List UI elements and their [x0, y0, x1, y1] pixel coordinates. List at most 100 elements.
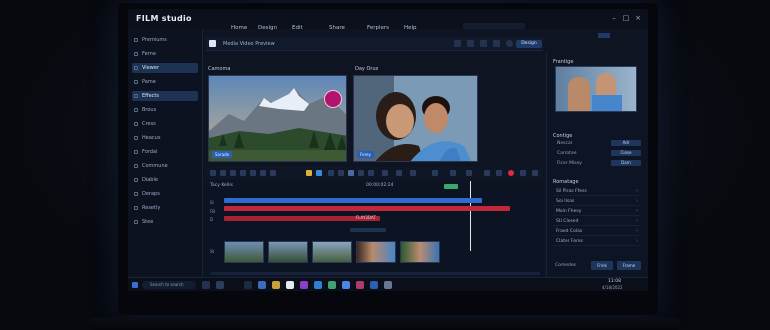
section-contige: Contige [553, 133, 573, 139]
timeline-scrollbar[interactable] [210, 272, 540, 275]
cut-icon[interactable] [480, 40, 487, 47]
sidebar-item-label: Fordal [142, 149, 158, 155]
row-button[interactable]: Darn [611, 160, 641, 166]
snapshot-icon[interactable] [432, 170, 438, 176]
sidebar-item-label: Deraps [142, 191, 160, 197]
green-app-icon[interactable] [328, 281, 336, 289]
notes-icon[interactable] [286, 281, 294, 289]
start-icon[interactable] [132, 282, 138, 288]
menu-help[interactable]: Help [404, 25, 417, 31]
panel-preview-thumbnail[interactable] [555, 66, 637, 112]
play-icon[interactable] [348, 170, 354, 176]
files-icon[interactable] [258, 281, 266, 289]
list-item[interactable]: Fraed Colas › [553, 227, 641, 236]
track-label: D [210, 217, 214, 222]
sidebar-item[interactable]: Diable [132, 175, 198, 185]
task-view-icon[interactable] [202, 281, 210, 289]
playhead[interactable] [470, 181, 471, 251]
title-clip[interactable] [350, 228, 386, 232]
text-icon[interactable] [260, 170, 266, 176]
volume-icon[interactable] [396, 170, 402, 176]
skip-back-icon[interactable] [328, 170, 334, 176]
clip-thumbnail-mountain[interactable] [268, 241, 308, 263]
sidebar-item[interactable]: Heacus [132, 133, 198, 143]
mail-icon[interactable] [314, 281, 322, 289]
frink-button[interactable]: Frink [591, 261, 613, 270]
list-item[interactable]: Clater Fores › [553, 237, 641, 246]
mic-icon[interactable] [520, 170, 526, 176]
green-marker[interactable] [444, 184, 458, 189]
design-pill-button[interactable]: Design [516, 40, 542, 48]
sidebar-item[interactable]: Effects [132, 91, 198, 101]
right-preview-couple[interactable]: Forey [353, 75, 478, 162]
sidebar-item[interactable]: Viewer [132, 63, 198, 73]
copy-icon[interactable] [493, 40, 500, 47]
sidebar-item[interactable]: Brous [132, 105, 198, 115]
crop-icon[interactable] [230, 170, 236, 176]
sidebar-item[interactable]: Ferne [132, 49, 198, 59]
clip-thumbnail-couple[interactable] [356, 241, 396, 263]
mark-out-icon[interactable] [496, 170, 502, 176]
blue-app-icon[interactable] [342, 281, 350, 289]
clip-thumbnail-mountain[interactable] [224, 241, 264, 263]
panel-toggle-button[interactable] [598, 33, 610, 38]
color-dot-icon[interactable] [306, 170, 312, 176]
list-item[interactable]: Soi Ilsas › [553, 197, 641, 206]
pink-app-icon[interactable] [356, 281, 364, 289]
menu-edit[interactable]: Edit [292, 25, 303, 31]
more-icon[interactable] [532, 170, 538, 176]
search-box[interactable] [463, 23, 525, 29]
forward-icon[interactable] [358, 170, 364, 176]
list-item[interactable]: Moin Fhesy › [553, 207, 641, 216]
new-file-icon[interactable] [209, 40, 216, 47]
marker-icon[interactable] [270, 170, 276, 176]
fit-icon[interactable] [466, 170, 472, 176]
folder-icon[interactable] [272, 281, 280, 289]
sidebar-item[interactable]: Stee [132, 217, 198, 227]
zoom-icon[interactable] [450, 170, 456, 176]
rotate-icon[interactable] [240, 170, 246, 176]
menu-home[interactable]: Home [231, 25, 247, 31]
sidebar-item[interactable]: Premiums [132, 35, 198, 45]
menu-ferplers[interactable]: Ferplers [367, 25, 389, 31]
row-button[interactable]: Adr [611, 140, 641, 146]
sidebar-item[interactable]: Commune [132, 161, 198, 171]
menu-share[interactable]: Share [329, 25, 345, 31]
sidebar-item[interactable]: Pame [132, 77, 198, 87]
skip-forward-icon[interactable] [368, 170, 374, 176]
sidebar-item[interactable]: Fordal [132, 147, 198, 157]
clip-thumbnail-mountain[interactable] [312, 241, 352, 263]
undo-icon[interactable] [454, 40, 461, 47]
split-icon[interactable] [220, 170, 226, 176]
frame-button[interactable]: Frame [617, 261, 641, 270]
video-track-clip[interactable] [224, 198, 482, 203]
settings-app-icon[interactable] [384, 281, 392, 289]
edge-icon[interactable] [244, 281, 252, 289]
fullscreen-icon[interactable] [410, 170, 416, 176]
menu-design[interactable]: Design [258, 25, 277, 31]
mark-in-icon[interactable] [484, 170, 490, 176]
sidebar-item[interactable]: Deraps [132, 189, 198, 199]
settings-icon[interactable] [506, 40, 513, 47]
color-dot-blue-icon[interactable] [316, 170, 322, 176]
row-button[interactable]: Ciose [611, 150, 641, 156]
record-overlay-icon[interactable] [324, 90, 342, 108]
rewind-icon[interactable] [338, 170, 344, 176]
sidebar-item[interactable]: Cress [132, 119, 198, 129]
purple-app-icon[interactable] [300, 281, 308, 289]
couple-image [354, 76, 477, 161]
list-item[interactable]: Sti Clesed › [553, 217, 641, 226]
record-button[interactable] [508, 170, 514, 176]
redo-icon[interactable] [467, 40, 474, 47]
audio-track-clip[interactable] [224, 206, 510, 211]
left-preview-mountain[interactable]: Sorade [208, 75, 347, 162]
trim-icon[interactable] [210, 170, 216, 176]
store-icon[interactable] [370, 281, 378, 289]
taskbar-search[interactable]: Search to search [142, 281, 196, 289]
list-item[interactable]: Sil Piras Ffess › [553, 187, 641, 196]
clip-thumbnail-couple[interactable] [400, 241, 440, 263]
loop-icon[interactable] [382, 170, 388, 176]
sidebar-item[interactable]: Resetly [132, 203, 198, 213]
audio-icon[interactable] [250, 170, 256, 176]
widgets-icon[interactable] [216, 281, 224, 289]
